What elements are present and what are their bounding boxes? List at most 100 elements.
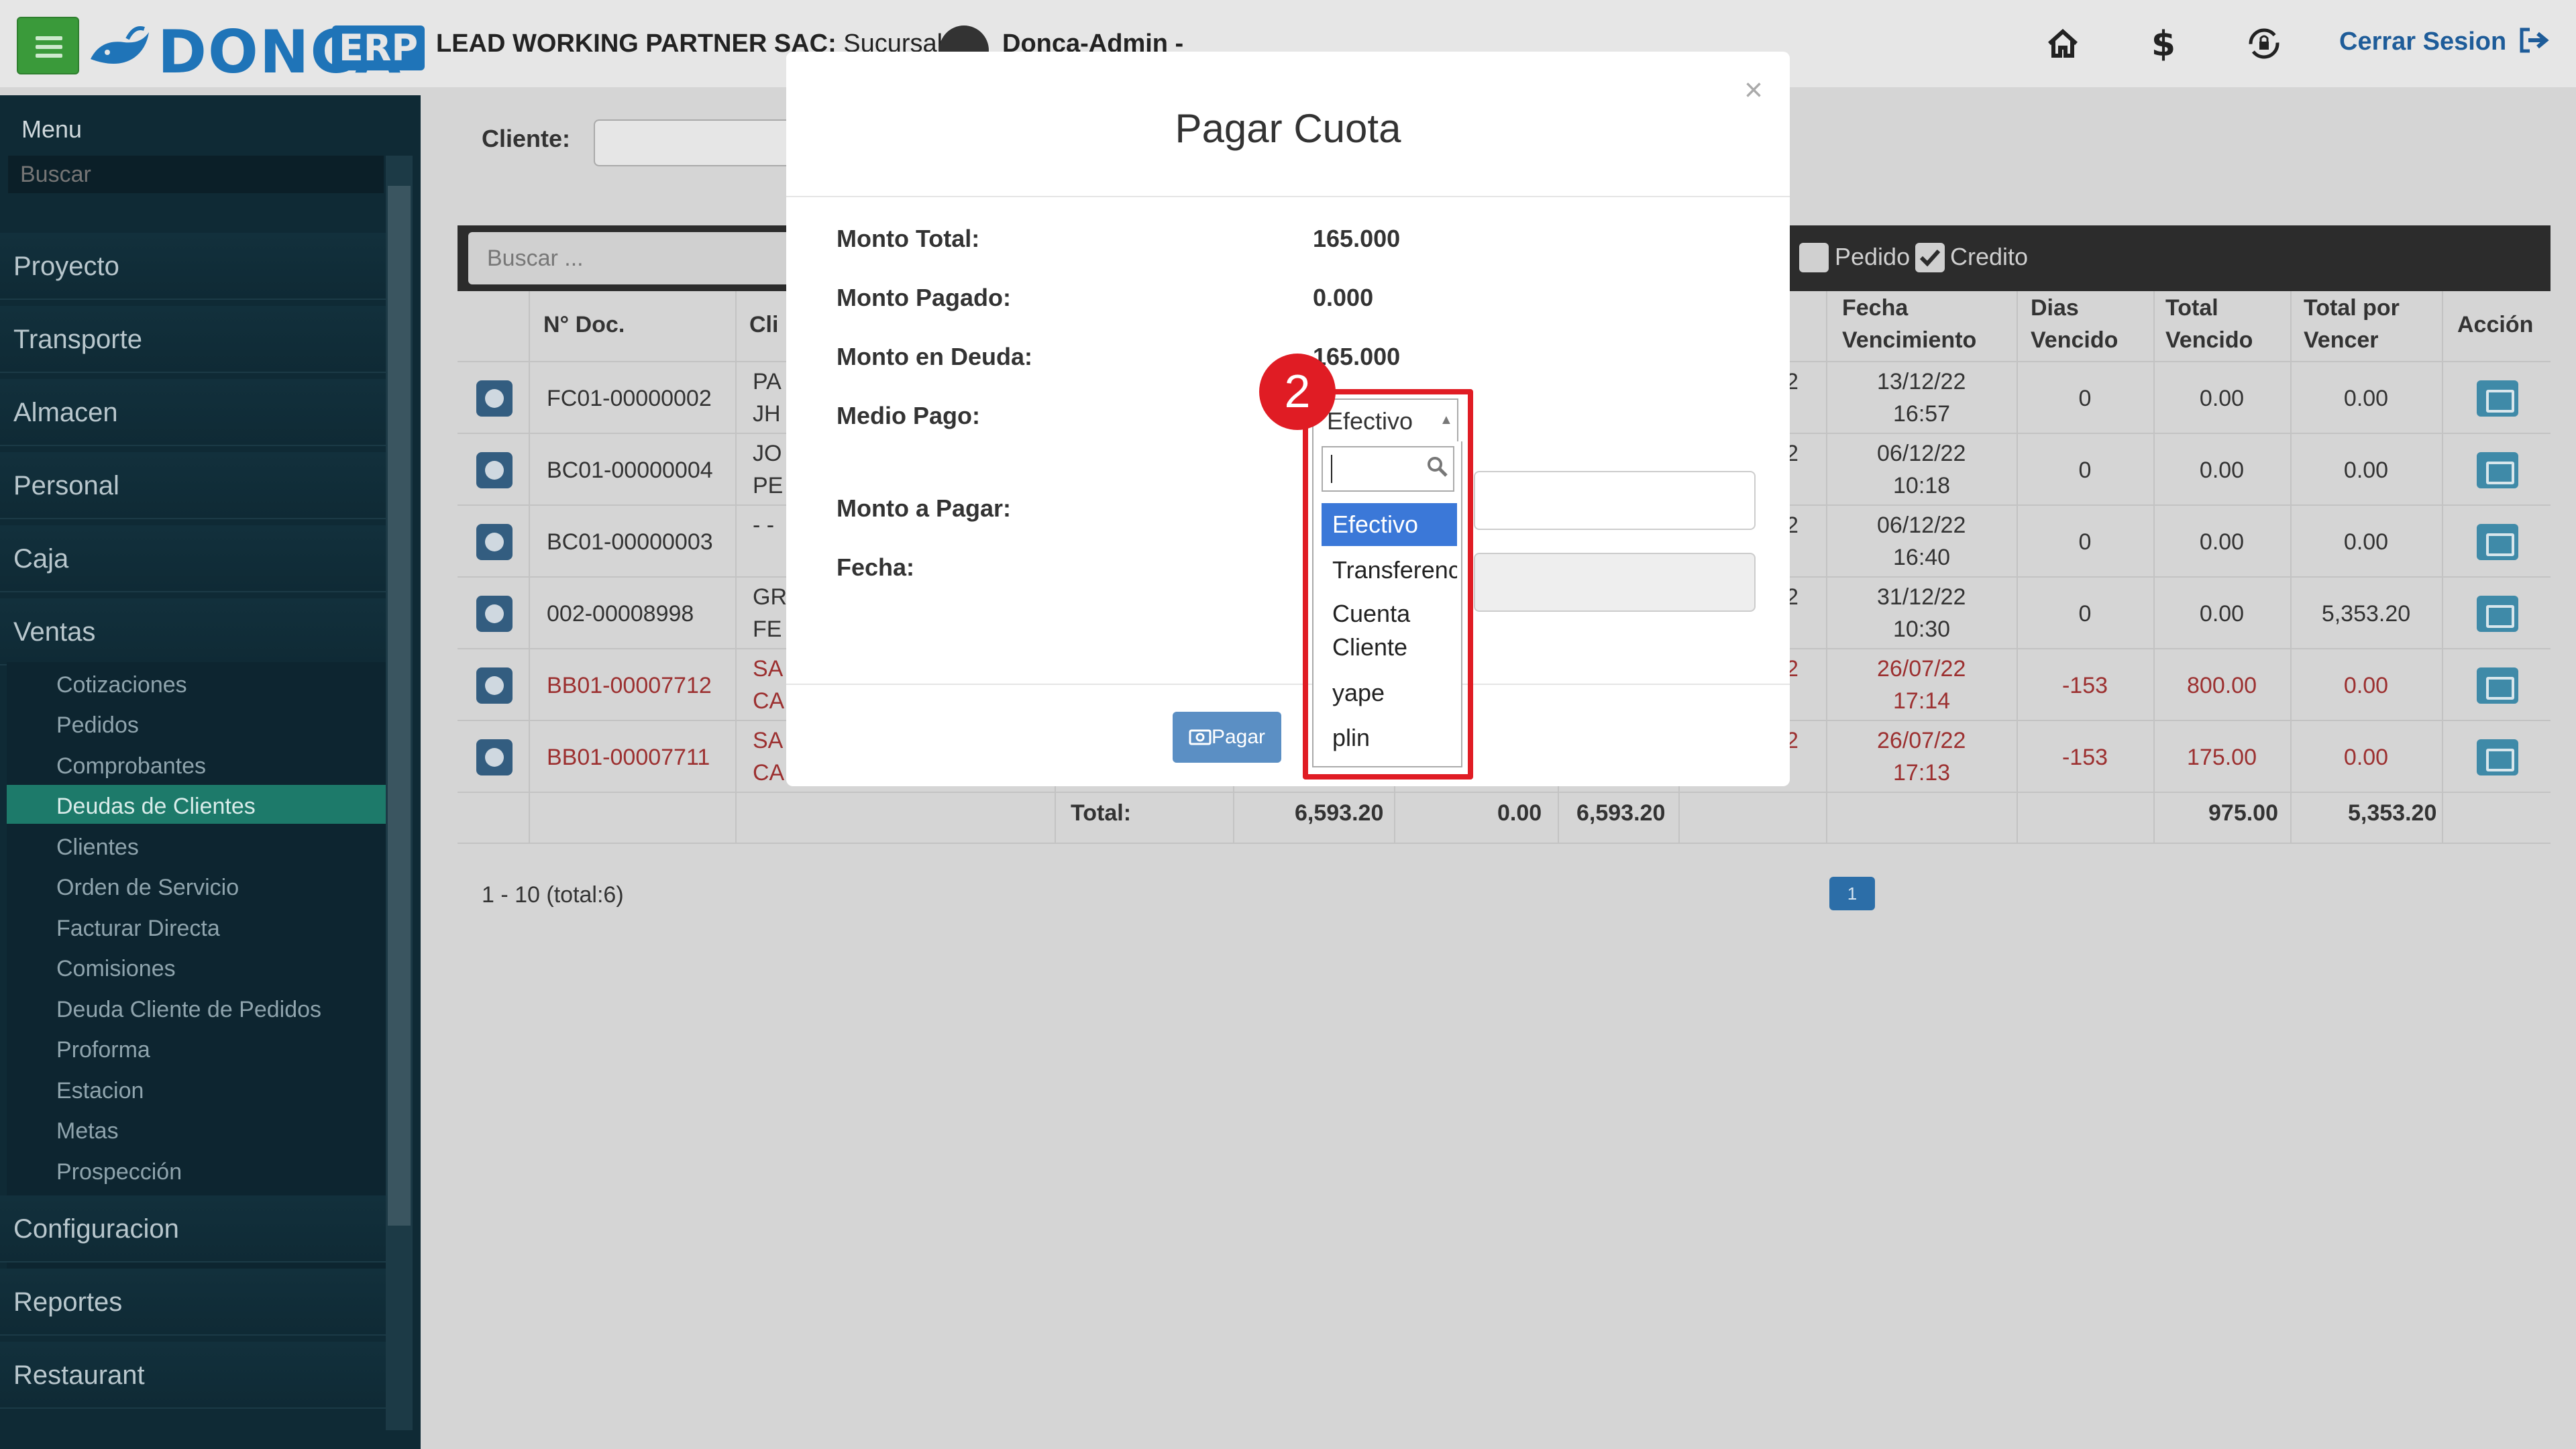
monto-deuda-label: Monto en Deuda: bbox=[837, 343, 1032, 370]
submenu-deudas-de-clientes[interactable]: Deudas de Clientes bbox=[56, 794, 256, 820]
cell-total-vencido: 175.00 bbox=[2187, 745, 2257, 770]
submenu-proforma[interactable]: Proforma bbox=[56, 1037, 150, 1063]
cell-fecha-date: 26/07/22 bbox=[1877, 656, 1966, 682]
submenu-cotizaciones[interactable]: Cotizaciones bbox=[56, 672, 187, 698]
cell-dias-vencido: -153 bbox=[2061, 673, 2108, 698]
monto-pagado-value: 0.000 bbox=[1313, 284, 1374, 311]
submenu-deuda-cliente-pedidos[interactable]: Deuda Cliente de Pedidos bbox=[56, 997, 321, 1023]
sidebar-item-proyecto[interactable]: Proyecto bbox=[0, 233, 386, 300]
header-ndoc[interactable]: N° Doc. bbox=[543, 309, 625, 341]
logout-icon bbox=[2520, 28, 2549, 53]
medio-pago-label: Medio Pago: bbox=[837, 402, 980, 429]
cell-ndoc[interactable]: BB01-00007711 bbox=[547, 745, 710, 771]
dollar-icon[interactable]: $ bbox=[2143, 23, 2184, 64]
expand-row-icon[interactable] bbox=[476, 739, 513, 775]
submenu-pedidos[interactable]: Pedidos bbox=[56, 712, 139, 739]
pay-card-icon[interactable] bbox=[2477, 524, 2518, 560]
sidebar-search-input[interactable] bbox=[8, 156, 384, 193]
expand-row-icon[interactable] bbox=[476, 452, 513, 488]
totals-por-vencer: 5,353.20 bbox=[2348, 800, 2437, 826]
submenu-estacion[interactable]: Estacion bbox=[56, 1078, 144, 1104]
totals-t2: 0.00 bbox=[1497, 800, 1542, 826]
pedido-checkbox[interactable] bbox=[1799, 243, 1829, 272]
header-cliente[interactable]: Cli bbox=[749, 309, 778, 341]
cell-ndoc[interactable]: BC01-00000003 bbox=[547, 529, 713, 555]
sidebar-item-caja[interactable]: Caja bbox=[0, 525, 386, 592]
expand-row-icon[interactable] bbox=[476, 667, 513, 704]
monto-pagado-label: Monto Pagado: bbox=[837, 284, 1011, 311]
cell-ndoc[interactable]: 002-00008998 bbox=[547, 601, 694, 627]
expand-row-icon[interactable] bbox=[476, 596, 513, 632]
header-fecha-venc[interactable]: Fecha Vencimiento bbox=[1842, 292, 1976, 356]
step-number-badge: 2 bbox=[1259, 354, 1336, 430]
sidebar-item-reportes[interactable]: Reportes bbox=[0, 1269, 386, 1336]
cell-ndoc[interactable]: BB01-00007712 bbox=[547, 673, 712, 699]
logout-link[interactable]: Cerrar Sesion bbox=[2339, 27, 2550, 56]
table-search-input[interactable]: Buscar ... bbox=[468, 232, 817, 284]
header-dias-line1: Dias bbox=[2031, 295, 2079, 321]
pagar-button[interactable]: Pagar bbox=[1173, 712, 1281, 763]
modal-footer-divider bbox=[786, 684, 1790, 685]
cell-total-vencido: 0.00 bbox=[2199, 529, 2245, 555]
menu-toggle-button[interactable] bbox=[17, 17, 79, 74]
header-fecha-line1: Fecha bbox=[1842, 295, 1909, 321]
totals-vencido: 975.00 bbox=[2208, 800, 2278, 826]
cell-fecha-time: 16:57 bbox=[1893, 401, 1951, 427]
pay-card-icon[interactable] bbox=[2477, 667, 2518, 704]
credito-checkbox[interactable] bbox=[1915, 243, 1945, 272]
page-1-button[interactable]: 1 bbox=[1829, 877, 1875, 910]
cell-ndoc[interactable]: BC01-00000004 bbox=[547, 458, 713, 484]
pay-card-icon[interactable] bbox=[2477, 380, 2518, 417]
close-icon[interactable]: × bbox=[1744, 72, 1763, 109]
pay-card-icon[interactable] bbox=[2477, 452, 2518, 488]
cell-ndoc[interactable]: FC01-00000002 bbox=[547, 386, 712, 412]
submenu-orden-de-servicio[interactable]: Orden de Servicio bbox=[56, 875, 239, 901]
pagar-button-label: Pagar bbox=[1211, 726, 1266, 748]
submenu-prospeccion[interactable]: Prospección bbox=[56, 1159, 182, 1185]
cell-fecha-time: 16:40 bbox=[1893, 545, 1951, 570]
sidebar-scroll-thumb[interactable] bbox=[388, 186, 411, 1226]
modal-title: Pagar Cuota bbox=[1175, 106, 1401, 151]
pay-card-icon[interactable] bbox=[2477, 739, 2518, 775]
totals-t1: 6,593.20 bbox=[1295, 800, 1384, 826]
cell-dias-vencido: -153 bbox=[2061, 745, 2108, 770]
monto-total-value: 165.000 bbox=[1313, 225, 1401, 252]
cell-fecha-date: 13/12/22 bbox=[1877, 369, 1966, 394]
cell-fecha-time: 17:13 bbox=[1893, 760, 1951, 786]
money-icon bbox=[1189, 729, 1212, 745]
svg-text:$: $ bbox=[2151, 24, 2176, 64]
sidebar-title: Menu bbox=[21, 115, 83, 143]
sidebar-item-configuracion[interactable]: Configuracion bbox=[0, 1195, 386, 1263]
sidebar-item-transporte[interactable]: Transporte bbox=[0, 306, 386, 373]
cell-cliente-line2: PE bbox=[753, 473, 784, 498]
submenu-comprobantes[interactable]: Comprobantes bbox=[56, 753, 206, 780]
submenu-facturar-directa[interactable]: Facturar Directa bbox=[56, 916, 220, 942]
header-total-venc-line2: Vencido bbox=[2165, 327, 2253, 353]
submenu-metas[interactable]: Metas bbox=[56, 1118, 119, 1144]
monto-pagar-input[interactable] bbox=[1474, 471, 1756, 530]
cell-fecha-date: 26/07/22 bbox=[1877, 728, 1966, 753]
annotation-highlight-box bbox=[1303, 389, 1473, 780]
header-dias-vencido[interactable]: Dias Vencido bbox=[2031, 292, 2118, 356]
fecha-input[interactable] bbox=[1474, 553, 1756, 612]
sidebar-item-almacen[interactable]: Almacen bbox=[0, 379, 386, 446]
header-total-por-vencer[interactable]: Total por Vencer bbox=[2304, 292, 2400, 356]
header-total-vencido[interactable]: Total Vencido bbox=[2165, 292, 2253, 356]
cell-cliente-line1: JO bbox=[753, 441, 782, 466]
modal-divider bbox=[786, 196, 1790, 197]
expand-row-icon[interactable] bbox=[476, 524, 513, 560]
fecha-label: Fecha: bbox=[837, 553, 915, 581]
submenu-comisiones[interactable]: Comisiones bbox=[56, 956, 176, 982]
sidebar-item-ventas[interactable]: Ventas bbox=[0, 598, 386, 665]
header-dias-line2: Vencido bbox=[2031, 327, 2118, 353]
totals-label: Total: bbox=[1071, 800, 1132, 826]
pay-card-icon[interactable] bbox=[2477, 596, 2518, 632]
submenu-clientes[interactable]: Clientes bbox=[56, 835, 139, 861]
header-total-por-line1: Total por bbox=[2304, 295, 2400, 321]
sidebar-item-personal[interactable]: Personal bbox=[0, 452, 386, 519]
monto-pagar-label: Monto a Pagar: bbox=[837, 494, 1012, 522]
home-icon[interactable] bbox=[2043, 23, 2083, 64]
expand-row-icon[interactable] bbox=[476, 380, 513, 417]
sidebar-item-restaurant[interactable]: Restaurant bbox=[0, 1342, 386, 1409]
sync-lock-icon[interactable] bbox=[2244, 23, 2284, 64]
